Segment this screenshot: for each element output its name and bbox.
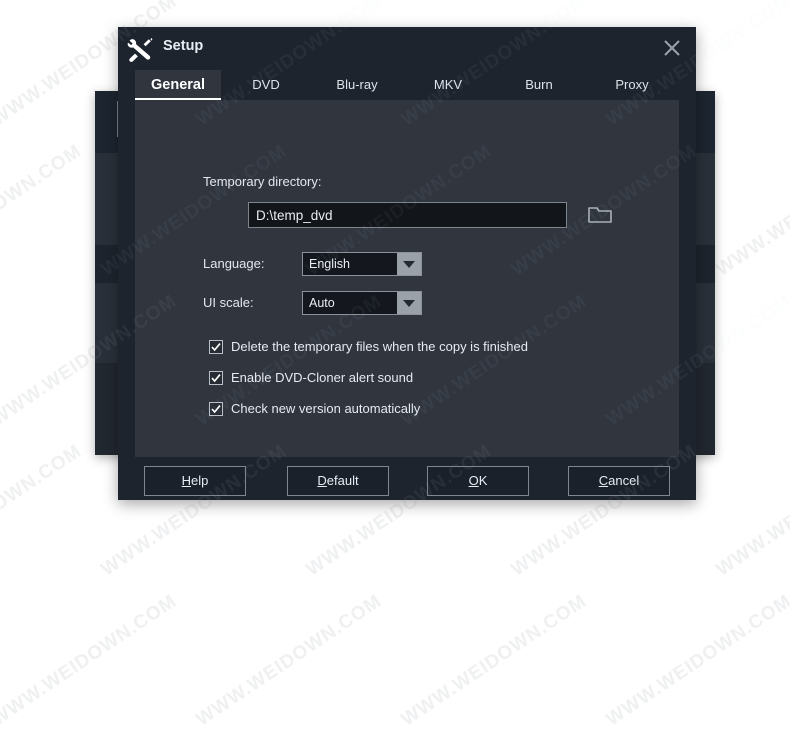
tab-proxy[interactable]: Proxy xyxy=(585,70,679,100)
dialog-titlebar: Setup xyxy=(118,27,696,70)
help-button[interactable]: Help xyxy=(144,466,246,496)
language-label: Language: xyxy=(203,256,264,271)
dialog-footer: Help Default OK Cancel xyxy=(118,457,696,500)
watermark-text: WWW.WEIDOWN.COM xyxy=(398,591,592,731)
chevron-down-icon[interactable] xyxy=(397,253,421,275)
cancel-button[interactable]: Cancel xyxy=(568,466,670,496)
checkbox-label: Check new version automatically xyxy=(231,401,420,416)
ok-button[interactable]: OK xyxy=(427,466,529,496)
tab-dvd[interactable]: DVD xyxy=(221,70,311,100)
tab-general[interactable]: General xyxy=(135,70,221,100)
watermark-text: WWW.WEIDOWN.COM xyxy=(0,141,86,282)
ui-scale-value: Auto xyxy=(303,292,397,314)
cancel-label: ancel xyxy=(608,473,639,488)
folder-icon[interactable] xyxy=(587,202,615,228)
watermark-text: WWW.WEIDOWN.COM xyxy=(713,141,790,282)
checkbox-enable-alert-sound[interactable]: Enable DVD-Cloner alert sound xyxy=(209,370,413,385)
watermark-text: WWW.WEIDOWN.COM xyxy=(0,441,86,582)
cancel-accel: C xyxy=(599,473,608,488)
checkmark-icon[interactable] xyxy=(209,340,223,354)
ok-accel: O xyxy=(469,473,479,488)
help-label: elp xyxy=(191,473,208,488)
checkbox-check-new-version[interactable]: Check new version automatically xyxy=(209,401,420,416)
watermark-text: WWW.WEIDOWN.COM xyxy=(193,591,387,731)
watermark-text: WWW.WEIDOWN.COM xyxy=(0,591,181,731)
page-background: Setup General DVD Blu-ray MKV Burn xyxy=(0,0,790,532)
tab-bluray[interactable]: Blu-ray xyxy=(311,70,403,100)
checkmark-icon[interactable] xyxy=(209,371,223,385)
watermark-text: WWW.WEIDOWN.COM xyxy=(713,441,790,582)
dialog-title: Setup xyxy=(163,38,203,54)
close-icon[interactable] xyxy=(656,33,688,63)
ui-scale-select[interactable]: Auto xyxy=(302,291,422,315)
checkbox-delete-temp-files[interactable]: Delete the temporary files when the copy… xyxy=(209,339,528,354)
checkbox-label: Enable DVD-Cloner alert sound xyxy=(231,370,413,385)
setup-dialog: Setup General DVD Blu-ray MKV Burn xyxy=(118,27,696,500)
language-value: English xyxy=(303,253,397,275)
temp-directory-input[interactable] xyxy=(248,202,567,228)
general-settings-panel: Temporary directory: Language: English U… xyxy=(135,100,679,457)
ok-label: K xyxy=(479,473,488,488)
watermark-text: WWW.WEIDOWN.COM xyxy=(603,591,790,731)
settings-tabs: General DVD Blu-ray MKV Burn Proxy xyxy=(135,70,679,100)
temp-directory-label: Temporary directory: xyxy=(203,174,321,189)
checkmark-icon[interactable] xyxy=(209,402,223,416)
ui-scale-label: UI scale: xyxy=(203,295,254,310)
default-button[interactable]: Default xyxy=(287,466,389,496)
tab-burn[interactable]: Burn xyxy=(493,70,585,100)
chevron-down-icon[interactable] xyxy=(397,292,421,314)
checkbox-label: Delete the temporary files when the copy… xyxy=(231,339,528,354)
language-select[interactable]: English xyxy=(302,252,422,276)
help-accel: H xyxy=(182,473,191,488)
default-accel: D xyxy=(317,473,326,488)
default-label: efault xyxy=(327,473,359,488)
tools-icon xyxy=(126,35,156,63)
tab-mkv[interactable]: MKV xyxy=(403,70,493,100)
